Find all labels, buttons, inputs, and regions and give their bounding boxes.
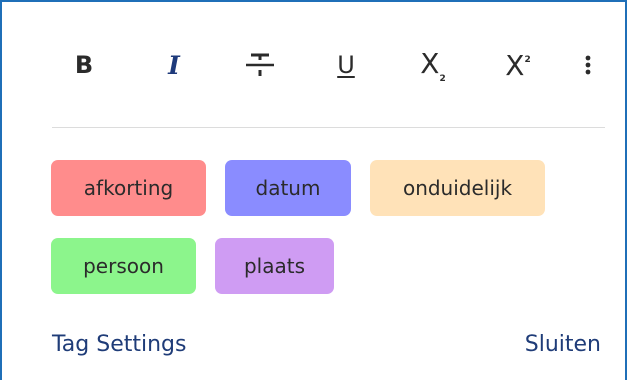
italic-icon: I bbox=[168, 50, 180, 80]
tag-chip-plaats[interactable]: plaats bbox=[215, 238, 334, 294]
formatting-toolbar: B I U X2 X2 bbox=[50, 40, 610, 90]
superscript-icon: X2 bbox=[505, 48, 531, 82]
italic-button[interactable]: I bbox=[158, 40, 190, 90]
strikethrough-icon bbox=[246, 53, 274, 76]
more-vertical-icon bbox=[585, 55, 591, 75]
underline-button[interactable]: U bbox=[330, 40, 362, 90]
underline-icon: U bbox=[337, 51, 355, 79]
bold-button[interactable]: B bbox=[68, 40, 100, 90]
strikethrough-button[interactable] bbox=[240, 40, 280, 90]
subscript-icon: X2 bbox=[420, 46, 446, 84]
more-options-button[interactable] bbox=[578, 40, 598, 90]
tag-settings-link[interactable]: Tag Settings bbox=[52, 332, 186, 357]
close-button[interactable]: Sluiten bbox=[525, 332, 601, 357]
subscript-button[interactable]: X2 bbox=[415, 40, 451, 90]
tag-chip-onduidelijk[interactable]: onduidelijk bbox=[370, 160, 545, 216]
tag-toolbar-panel: B I U X2 X2 afkorting datum onduidelijk … bbox=[0, 0, 627, 380]
superscript-button[interactable]: X2 bbox=[500, 40, 536, 90]
toolbar-divider bbox=[52, 127, 605, 128]
tag-chip-afkorting[interactable]: afkorting bbox=[51, 160, 206, 216]
tag-chip-datum[interactable]: datum bbox=[225, 160, 351, 216]
bold-icon: B bbox=[74, 51, 94, 79]
tag-chip-persoon[interactable]: persoon bbox=[51, 238, 196, 294]
